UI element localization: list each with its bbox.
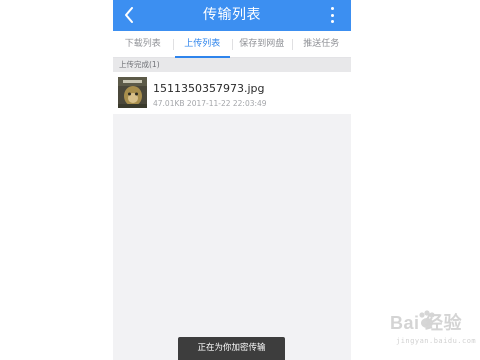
file-name: 1511350357973.jpg — [153, 82, 265, 95]
empty-list-area — [113, 114, 351, 360]
section-header-upload-complete: 上传完成(1) — [113, 58, 351, 72]
page-title: 传输列表 — [203, 7, 261, 23]
tab-push-tasks[interactable]: 推送任务 — [291, 31, 352, 57]
top-bar: 传输列表 — [113, 0, 351, 31]
watermark-text: Bai 经验 — [390, 313, 463, 333]
file-meta: 47.01KB 2017-11-22 22:03:49 — [153, 99, 267, 108]
more-vertical-icon[interactable] — [329, 7, 335, 23]
watermark-logo: Bai 经验 jingyan.baidu.com — [368, 307, 478, 357]
tab-upload-list[interactable]: 上传列表 — [172, 31, 233, 58]
list-item[interactable]: 1511350357973.jpg 47.01KB 2017-11-22 22:… — [113, 72, 351, 114]
tab-save-to-netdisk[interactable]: 保存到网盘 — [232, 31, 292, 57]
image-thumbnail — [118, 77, 147, 108]
tab-download-list[interactable]: 下载列表 — [113, 31, 173, 57]
toast-message: 正在为你加密传输 — [178, 337, 285, 360]
app-screen: 传输列表 下载列表 上传列表 保存到网盘 推送任务 上传完成(1) 151135… — [113, 0, 351, 360]
tab-bar: 下载列表 上传列表 保存到网盘 推送任务 — [113, 31, 351, 58]
watermark-url: jingyan.baidu.com — [396, 337, 477, 345]
